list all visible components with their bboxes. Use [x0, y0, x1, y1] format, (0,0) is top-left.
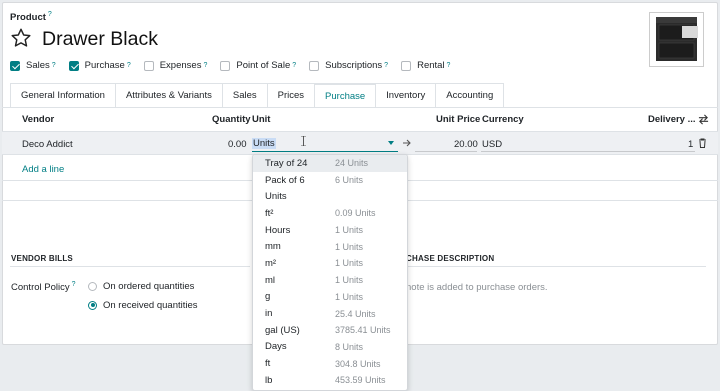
- tab-attributes-variants[interactable]: Attributes & Variants: [114, 83, 223, 107]
- checkbox[interactable]: [220, 60, 231, 71]
- product-image[interactable]: [649, 12, 704, 67]
- checkbox[interactable]: [309, 60, 320, 71]
- column-settings-icon[interactable]: [698, 114, 709, 125]
- vendor-bills-title: VENDOR BILLS: [11, 254, 73, 263]
- tab-general-information[interactable]: General Information: [10, 83, 116, 107]
- unit-option[interactable]: Tray of 24 24 Units: [253, 155, 407, 172]
- unit-option[interactable]: in 25.4 Units: [253, 305, 407, 322]
- unit-option[interactable]: g1 Units: [253, 289, 407, 306]
- row-unit-price[interactable]: 20.00: [454, 139, 478, 150]
- chevron-down-icon[interactable]: [388, 141, 394, 145]
- checkbox[interactable]: [68, 60, 79, 71]
- control-policy-label: Control Policy?: [11, 281, 76, 294]
- trash-icon[interactable]: [698, 138, 707, 148]
- favorite-star-icon[interactable]: [10, 27, 32, 49]
- unit-option[interactable]: gal (US) 3785.41 Units: [253, 322, 407, 339]
- tab-inventory[interactable]: Inventory: [375, 83, 437, 107]
- unit-dropdown-menu: Tray of 24 24 Units Pack of 66 Units Unit…: [252, 154, 408, 391]
- drawer-image: [656, 17, 698, 61]
- radio-ordered-quantities[interactable]: On ordered quantities: [88, 281, 194, 292]
- vendor-bills-underline: [10, 266, 250, 267]
- unit-option[interactable]: m² 1 Units: [253, 255, 407, 272]
- column-currency[interactable]: Currency: [482, 114, 524, 125]
- option-expenses[interactable]: Expenses?: [143, 60, 207, 71]
- unit-input[interactable]: Units: [252, 138, 276, 149]
- unit-option[interactable]: Days 8 Units: [253, 339, 407, 356]
- text-cursor-icon: [301, 136, 306, 146]
- option-point-of-sale[interactable]: Point of Sale?: [220, 60, 296, 71]
- add-line-link[interactable]: Add a line: [22, 164, 64, 175]
- table-row[interactable]: Deco Addict 0.00 Units 20.00 USD 1: [2, 131, 718, 155]
- radio-received-quantities[interactable]: On received quantities: [88, 300, 198, 311]
- purchase-description-title: CHASE DESCRIPTION: [406, 254, 495, 263]
- purchase-description-underline: [406, 266, 706, 267]
- column-quantity[interactable]: Quantity: [212, 114, 251, 125]
- column-unit-price[interactable]: Unit Price: [436, 114, 480, 125]
- checkbox[interactable]: [10, 60, 20, 71]
- checkbox[interactable]: [143, 60, 154, 71]
- option-rental[interactable]: Rental?: [401, 60, 450, 71]
- unit-option[interactable]: Pack of 66 Units: [253, 172, 407, 189]
- option-subscriptions[interactable]: Subscriptions?: [309, 60, 388, 71]
- radio[interactable]: [88, 300, 97, 310]
- column-unit[interactable]: Unit: [252, 114, 270, 125]
- unit-option[interactable]: ft 304.8 Units: [253, 355, 407, 372]
- column-vendor[interactable]: Vendor: [22, 114, 54, 125]
- checkbox[interactable]: [401, 60, 412, 71]
- unit-option[interactable]: Units: [253, 188, 407, 205]
- unit-option[interactable]: lb 453.59 Units: [253, 372, 407, 389]
- radio[interactable]: [88, 281, 97, 291]
- tab-accounting[interactable]: Accounting: [435, 83, 505, 107]
- unit-option[interactable]: ft² 0.09 Units: [253, 205, 407, 222]
- purchase-description-placeholder[interactable]: note is added to purchase orders.: [406, 282, 548, 293]
- product-label: Product?: [10, 11, 52, 24]
- option-purchase[interactable]: Purchase?: [68, 60, 131, 71]
- row-vendor[interactable]: Deco Addict: [22, 139, 73, 150]
- vendor-table-header: Vendor Quantity Unit Unit Price Currency…: [2, 110, 718, 130]
- column-delivery[interactable]: Delivery ...: [648, 114, 696, 125]
- tab-prices[interactable]: Prices: [266, 83, 316, 107]
- row-delivery[interactable]: 1: [688, 139, 693, 150]
- unit-option[interactable]: ml 1 Units: [253, 272, 407, 289]
- price-underline: [415, 151, 477, 152]
- row-currency[interactable]: USD: [482, 139, 502, 150]
- tab-sales[interactable]: Sales: [221, 83, 268, 107]
- unit-option[interactable]: Hours 1 Units: [253, 222, 407, 239]
- product-title[interactable]: Drawer Black: [42, 28, 158, 51]
- option-sales[interactable]: Sales?: [10, 60, 56, 71]
- tab-divider: [2, 107, 718, 108]
- row-quantity[interactable]: 0.00: [228, 139, 247, 150]
- unit-input-underline: [252, 151, 398, 152]
- tab-purchase[interactable]: Purchase: [314, 83, 377, 107]
- form-tabs: General Information Attributes & Variant…: [10, 83, 505, 107]
- product-options: Sales? Purchase? Expenses? Point of Sale…: [10, 60, 463, 71]
- help-icon[interactable]: ?: [48, 11, 52, 18]
- unit-option[interactable]: mm 1 Units: [253, 238, 407, 255]
- currency-underline: [481, 151, 695, 152]
- internal-link-icon[interactable]: [403, 139, 412, 147]
